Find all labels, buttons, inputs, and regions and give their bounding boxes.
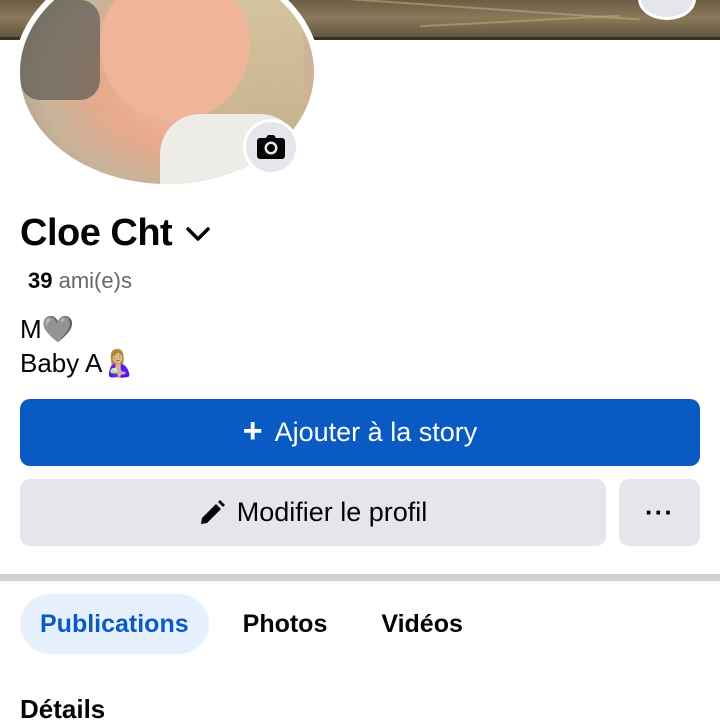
profile-name-row[interactable]: Cloe Cht bbox=[20, 212, 212, 255]
plus-icon: + bbox=[242, 412, 263, 450]
friends-number: 39 bbox=[28, 268, 53, 293]
cover-detail bbox=[420, 14, 620, 28]
edit-profile-button[interactable]: Modifier le profil bbox=[20, 479, 606, 546]
tab-publications[interactable]: Publications bbox=[20, 594, 209, 654]
pencil-icon bbox=[200, 499, 225, 524]
bio-line: Baby A🤱🏼 bbox=[20, 348, 135, 378]
details-heading: Détails bbox=[20, 694, 106, 720]
profile-name: Cloe Cht bbox=[20, 212, 173, 254]
tab-label: Publications bbox=[40, 609, 189, 638]
more-options-button[interactable]: ··· bbox=[619, 479, 700, 546]
camera-icon bbox=[257, 135, 285, 159]
profile-bio: M🩶 Baby A🤱🏼 bbox=[20, 312, 135, 380]
avatar-detail bbox=[20, 0, 100, 100]
add-to-story-label: Ajouter à la story bbox=[274, 417, 478, 447]
change-photo-button[interactable] bbox=[243, 119, 299, 175]
bio-line: M🩶 bbox=[20, 314, 75, 344]
add-to-story-button[interactable]: + Ajouter à la story bbox=[20, 399, 700, 466]
more-icon: ··· bbox=[645, 497, 674, 527]
friends-label: ami(e)s bbox=[58, 268, 132, 293]
section-divider bbox=[0, 574, 720, 581]
tab-photos[interactable]: Photos bbox=[215, 594, 356, 654]
tab-label: Vidéos bbox=[381, 609, 463, 638]
tab-label: Photos bbox=[242, 609, 328, 638]
edit-profile-label: Modifier le profil bbox=[236, 497, 428, 527]
chevron-down-icon[interactable] bbox=[184, 220, 212, 248]
friends-count[interactable]: 39 ami(e)s bbox=[28, 268, 132, 294]
profile-tabs: Publications Photos Vidéos bbox=[20, 594, 483, 654]
tab-videos[interactable]: Vidéos bbox=[361, 594, 483, 654]
